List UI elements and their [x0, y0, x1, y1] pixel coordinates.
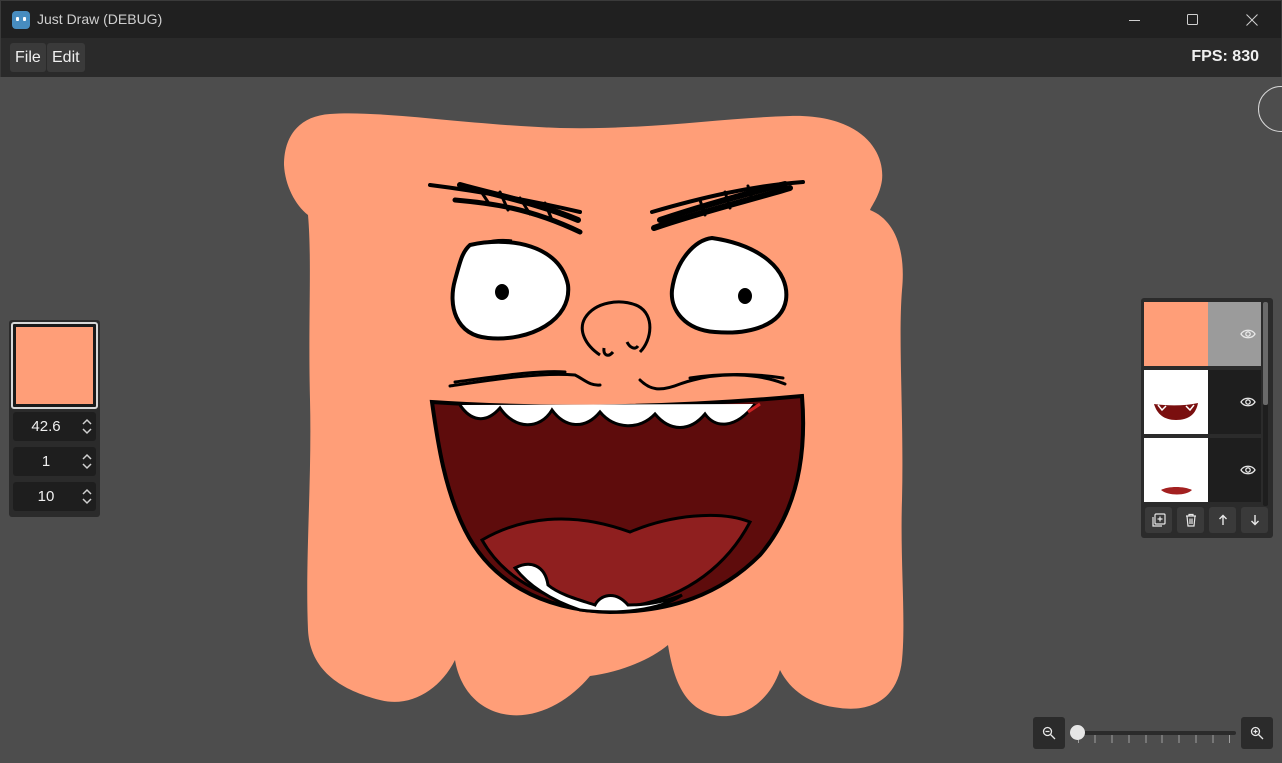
delete-layer-button[interactable] [1177, 507, 1204, 533]
window-title: Just Draw (DEBUG) [37, 11, 163, 27]
menu-bar: File Edit FPS: 830 [0, 38, 1282, 77]
brush-size-spinbox[interactable]: 42.6 [13, 412, 96, 441]
layers-scrollbar[interactable] [1263, 302, 1268, 506]
layer-thumbnail [1144, 302, 1208, 366]
zoom-out-icon [1042, 726, 1056, 740]
maximize-button[interactable] [1164, 1, 1222, 39]
godot-app-icon [12, 11, 30, 29]
zoom-slider-ticks [1078, 735, 1230, 743]
add-layer-icon [1151, 513, 1166, 527]
move-layer-up-button[interactable] [1209, 507, 1236, 533]
fps-counter: FPS: 830 [1191, 48, 1259, 65]
brush-third-spinbox[interactable]: 10 [13, 482, 96, 511]
layer-item[interactable] [1144, 370, 1261, 434]
drawing-canvas[interactable] [1, 77, 1281, 759]
trash-icon [1185, 513, 1196, 527]
maximize-icon [1187, 14, 1198, 25]
spin-arrows-icon[interactable] [82, 418, 92, 435]
eye-icon[interactable] [1240, 326, 1256, 342]
layer-thumbnail [1144, 438, 1208, 502]
layer-item[interactable] [1144, 438, 1261, 502]
close-icon [1246, 14, 1258, 26]
file-menu-button[interactable]: File [10, 43, 46, 72]
arrow-down-icon [1250, 515, 1259, 526]
layer-thumbnail [1144, 370, 1208, 434]
edit-menu-button[interactable]: Edit [47, 43, 85, 72]
drawing [284, 113, 904, 717]
zoom-slider-handle[interactable] [1070, 725, 1085, 740]
eye-icon[interactable] [1240, 394, 1256, 410]
layer-item[interactable] [1144, 302, 1261, 366]
current-color-swatch [16, 327, 93, 404]
title-bar: Just Draw (DEBUG) [0, 0, 1282, 38]
arrow-up-icon [1218, 514, 1227, 525]
minimize-button[interactable] [1106, 1, 1164, 39]
add-layer-button[interactable] [1145, 507, 1172, 533]
color-picker-button[interactable] [11, 322, 98, 409]
brush-size-value: 42.6 [31, 418, 61, 435]
brush-panel: 42.6 1 10 [9, 320, 100, 517]
layers-panel [1141, 298, 1273, 538]
minimize-icon [1129, 20, 1140, 21]
brush-opacity-spinbox[interactable]: 1 [13, 447, 96, 476]
brush-opacity-value: 1 [41, 453, 51, 470]
zoom-out-button[interactable] [1033, 717, 1065, 749]
brush-third-value: 10 [37, 488, 55, 505]
left-eye [450, 238, 571, 341]
close-button[interactable] [1223, 1, 1281, 39]
layers-scroll-thumb[interactable] [1263, 302, 1268, 405]
spin-arrows-icon[interactable] [82, 488, 92, 505]
zoom-in-icon [1250, 726, 1264, 740]
move-layer-down-button[interactable] [1241, 507, 1268, 533]
zoom-in-button[interactable] [1241, 717, 1273, 749]
spin-arrows-icon[interactable] [82, 453, 92, 470]
eye-icon[interactable] [1240, 462, 1256, 478]
